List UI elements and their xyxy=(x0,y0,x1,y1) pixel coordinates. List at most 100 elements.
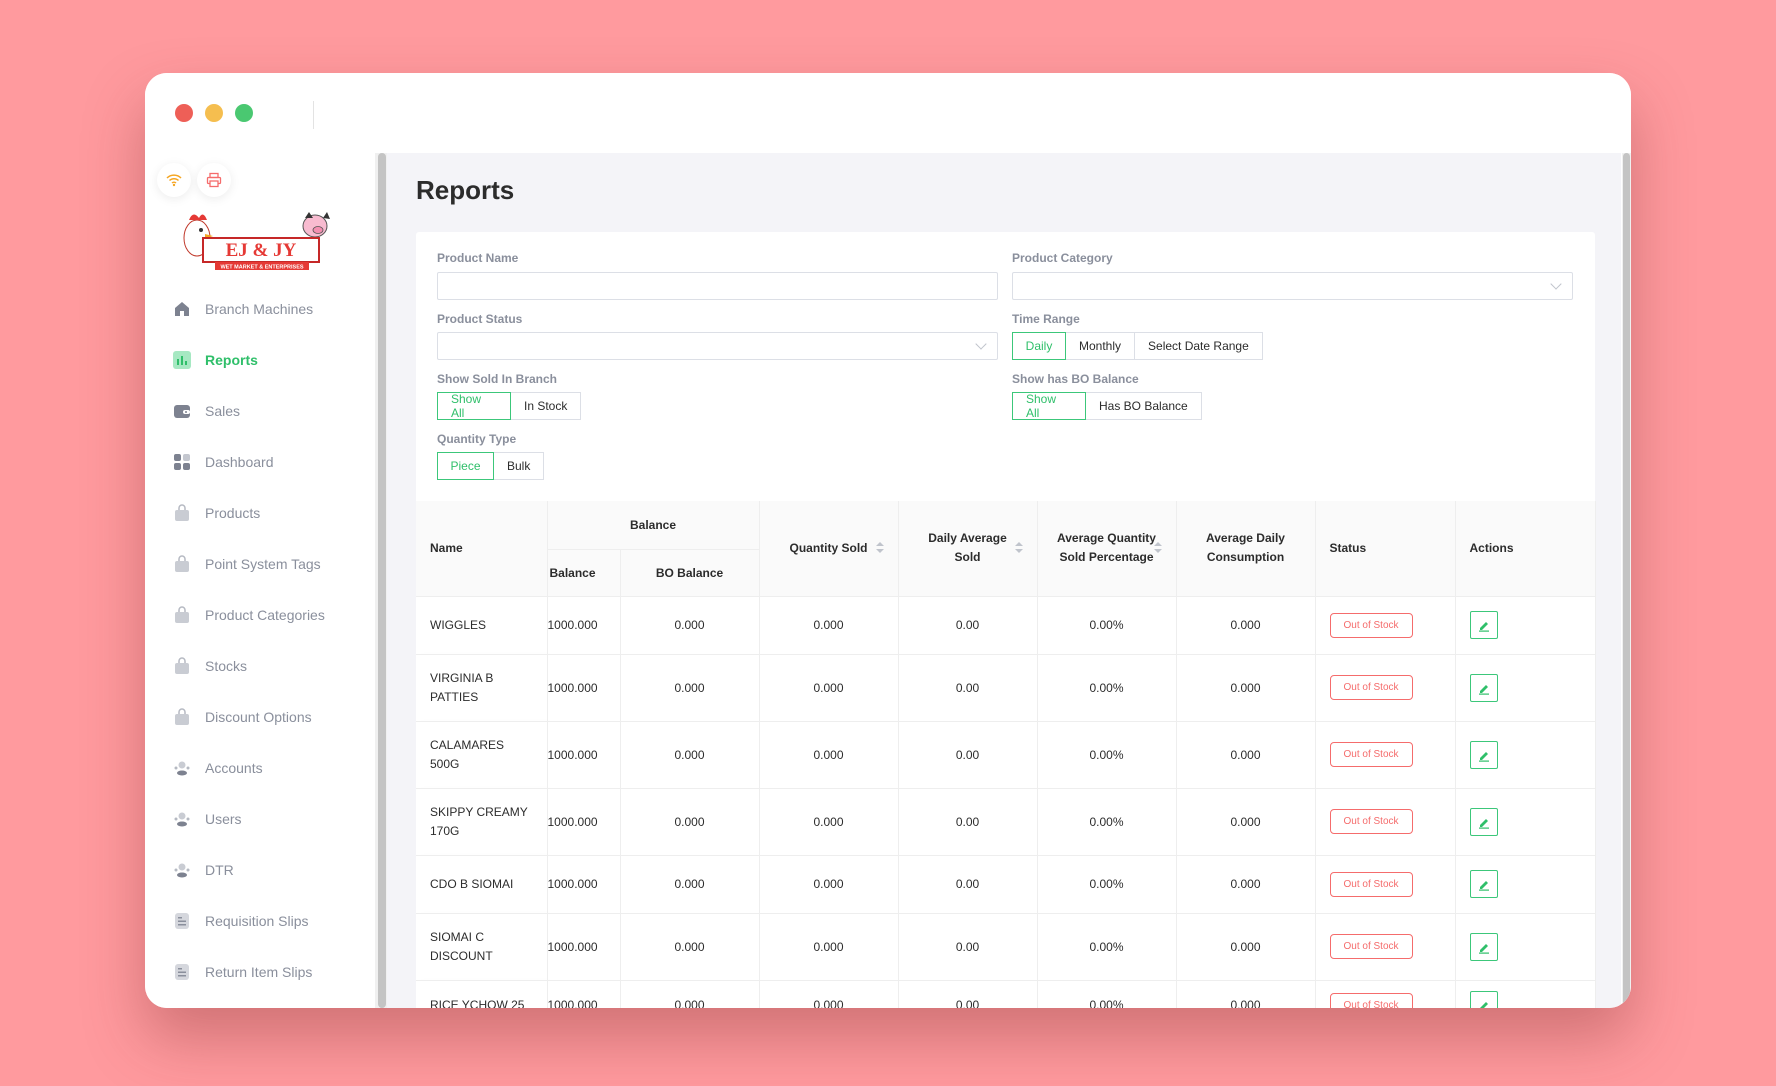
cell-avg-qty-sold-pct: 0.00% xyxy=(1037,980,1177,1008)
cell-avg-qty-sold-pct: 0.00% xyxy=(1037,913,1177,981)
cell-avg-daily-consumption: 0.000 xyxy=(1176,654,1316,722)
sidebar-item-branch-machines[interactable]: Branch Machines xyxy=(145,283,375,334)
sidebar-item-product-categories[interactable]: Product Categories xyxy=(145,589,375,640)
titlebar-divider xyxy=(313,101,314,129)
edit-button[interactable] xyxy=(1469,991,1498,1008)
cell-quantity-sold: 0.000 xyxy=(759,654,899,722)
show-all-option[interactable]: Show All xyxy=(437,392,511,420)
select-date-range-option[interactable]: Select Date Range xyxy=(1134,332,1263,360)
edit-button[interactable] xyxy=(1469,611,1498,639)
product-category-label: Product Category xyxy=(1012,251,1113,265)
sidebar-item-label: DTR xyxy=(205,861,234,878)
table-row: SIOMAI C DISCOUNT 1000.000 0.000 0.000 0… xyxy=(416,913,1596,981)
cell-actions xyxy=(1455,654,1596,722)
sidebar-item-label: Point System Tags xyxy=(205,555,321,572)
edit-button[interactable] xyxy=(1469,932,1498,961)
cell-quantity-sold: 0.000 xyxy=(759,788,899,856)
cell-quantity-sold: 0.000 xyxy=(759,980,899,1008)
sidebar-item-return-item-slips[interactable]: Return Item Slips xyxy=(145,946,375,997)
sidebar-item-dashboard[interactable]: Dashboard xyxy=(145,436,375,487)
header-label: Quantity Sold xyxy=(789,541,868,556)
cell-balance: 1000.000 xyxy=(547,721,621,789)
sidebar-scrollbar[interactable] xyxy=(378,153,386,1008)
sidebar-item-label: Users xyxy=(205,810,242,827)
edit-button[interactable] xyxy=(1469,673,1498,702)
cell-avg-qty-sold-pct: 0.00% xyxy=(1037,721,1177,789)
pencil-icon xyxy=(1478,881,1489,891)
cell-name: RICE YCHOW 25 xyxy=(416,980,548,1008)
cell-balance: 1000.000 xyxy=(547,596,621,655)
cell-avg-daily-consumption: 0.000 xyxy=(1176,913,1316,981)
sort-icon[interactable] xyxy=(1014,542,1023,554)
cell-status: Out of Stock xyxy=(1315,980,1456,1008)
edit-button[interactable] xyxy=(1469,807,1498,836)
has-bo-balance-option[interactable]: Has BO Balance xyxy=(1085,392,1202,420)
wifi-icon[interactable] xyxy=(157,163,191,197)
status-badge: Out of Stock xyxy=(1329,742,1413,767)
cell-avg-daily-consumption: 0.000 xyxy=(1176,721,1316,789)
sidebar-item-sales[interactable]: Sales xyxy=(145,385,375,436)
cell-status: Out of Stock xyxy=(1315,654,1456,722)
product-status-select[interactable] xyxy=(437,332,998,360)
close-window-button[interactable] xyxy=(175,104,193,122)
sidebar-item-requisition-slips[interactable]: Requisition Slips xyxy=(145,895,375,946)
product-category-select[interactable] xyxy=(1012,272,1573,300)
cell-actions xyxy=(1455,980,1596,1008)
sort-icon[interactable] xyxy=(875,542,884,554)
app-window: EJ & JY WET MARKET & ENTERPRISES Branch … xyxy=(145,73,1631,1008)
table-row: VIRGINIA B PATTIES 1000.000 0.000 0.000 … xyxy=(416,654,1596,722)
bag-icon xyxy=(173,554,191,573)
users-icon xyxy=(173,759,191,777)
pencil-icon xyxy=(1478,684,1489,695)
cell-quantity-sold: 0.000 xyxy=(759,721,899,789)
wallet-icon xyxy=(173,402,191,420)
edit-button[interactable] xyxy=(1469,740,1498,769)
in-stock-option[interactable]: In Stock xyxy=(510,392,582,420)
printer-icon[interactable] xyxy=(197,163,231,197)
page-title: Reports xyxy=(416,175,515,205)
sidebar-item-label: Requisition Slips xyxy=(205,912,309,929)
cell-avg-qty-sold-pct: 0.00% xyxy=(1037,788,1177,856)
sidebar-item-reports[interactable]: Reports xyxy=(145,334,375,385)
pencil-icon xyxy=(1478,622,1489,632)
chevron-down-icon xyxy=(1550,278,1562,290)
sort-icon[interactable] xyxy=(1153,542,1162,554)
quantity-type-label: Quantity Type xyxy=(437,432,517,446)
minimize-window-button[interactable] xyxy=(205,104,223,122)
sidebar: EJ & JY WET MARKET & ENTERPRISES Branch … xyxy=(145,153,375,1008)
cell-actions xyxy=(1455,721,1596,789)
edit-button[interactable] xyxy=(1469,870,1498,898)
sidebar-item-dtr[interactable]: DTR xyxy=(145,844,375,895)
header-label: Daily Average Sold xyxy=(928,531,1007,565)
maximize-window-button[interactable] xyxy=(235,104,253,122)
sidebar-item-point-system-tags[interactable]: Point System Tags xyxy=(145,538,375,589)
table-row: CALAMARES 500G 1000.000 0.000 0.000 0.00… xyxy=(416,721,1596,789)
header-daily-average-sold[interactable]: Daily Average Sold xyxy=(898,501,1038,597)
sidebar-item-products[interactable]: Products xyxy=(145,487,375,538)
cell-quantity-sold: 0.000 xyxy=(759,596,899,655)
status-badge: Out of Stock xyxy=(1329,871,1413,897)
main-scrollbar[interactable] xyxy=(1623,153,1630,1008)
header-quantity-sold[interactable]: Quantity Sold xyxy=(759,501,899,597)
header-avg-qty-sold-pct[interactable]: Average Quantity Sold Percentage xyxy=(1037,501,1177,597)
sidebar-item-accounts[interactable]: Accounts xyxy=(145,742,375,793)
cell-bo-balance: 0.000 xyxy=(620,913,760,981)
header-label: Average Quantity Sold Percentage xyxy=(1057,531,1156,565)
daily-option[interactable]: Daily xyxy=(1012,332,1066,360)
product-name-input[interactable] xyxy=(437,272,998,300)
table-row: CDO B SIOMAI 1000.000 0.000 0.000 0.00 0… xyxy=(416,855,1596,914)
header-balance-group: Balance xyxy=(547,501,760,550)
title-bar xyxy=(145,73,1631,153)
sidebar-item-label: Reports xyxy=(205,351,258,368)
sidebar-item-discount-options[interactable]: Discount Options xyxy=(145,691,375,742)
grid-icon xyxy=(173,453,191,471)
show-all-option[interactable]: Show All xyxy=(1012,392,1086,420)
sidebar-item-users[interactable]: Users xyxy=(145,793,375,844)
piece-option[interactable]: Piece xyxy=(437,452,494,480)
monthly-option[interactable]: Monthly xyxy=(1065,332,1136,360)
bag-icon xyxy=(173,503,191,522)
cell-avg-qty-sold-pct: 0.00% xyxy=(1037,855,1177,914)
document-icon xyxy=(173,912,191,930)
bulk-option[interactable]: Bulk xyxy=(493,452,545,480)
sidebar-item-stocks[interactable]: Stocks xyxy=(145,640,375,691)
